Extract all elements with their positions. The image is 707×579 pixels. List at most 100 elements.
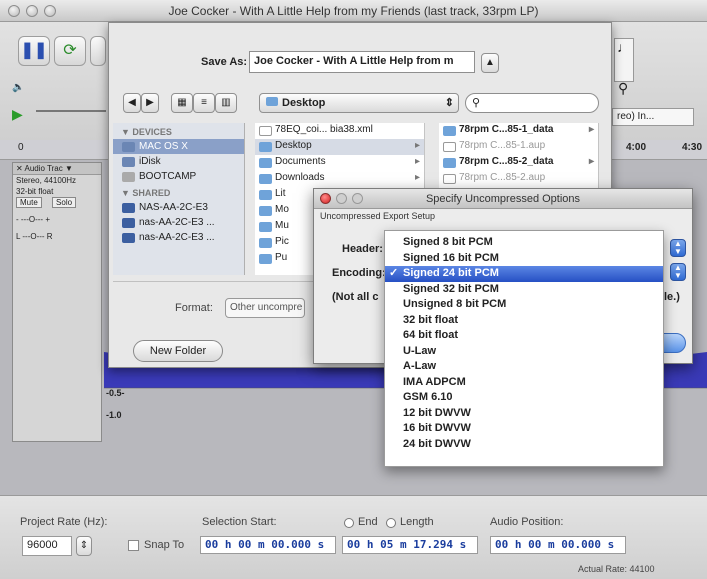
gain-slider[interactable]: - ---O--- + (13, 214, 101, 225)
aup-file-icon (443, 174, 456, 184)
dialog-title: Specify Uncompressed Options (314, 189, 692, 209)
format-select[interactable]: Other uncompre (225, 298, 305, 318)
dialog-subtitle: Uncompressed Export Setup (320, 211, 436, 221)
file-item[interactable]: 78rpm C...85-2_data ▸ (439, 155, 598, 171)
track-close-icon[interactable]: ✕ (16, 164, 23, 173)
encoding-option[interactable]: IMA ADPCM (385, 375, 663, 391)
checkmark-icon: ✓ (389, 267, 399, 279)
ruler-zero: 0 (18, 142, 24, 153)
sidebar-item-nas-3[interactable]: nas-AA-2C-E3 ... (113, 230, 244, 245)
minimize-dialog-button[interactable] (336, 193, 347, 204)
mic-meter-icon: ♩ (614, 38, 634, 82)
selection-start-field[interactable]: 00 h 00 m 00.000 s (200, 536, 336, 554)
selection-end-value: 00 h 05 m 17.294 s (347, 538, 467, 551)
format-label: Format: (175, 302, 213, 314)
note-text: (Not all c (332, 291, 379, 303)
zoom-tool-icon[interactable]: ⚲ (618, 80, 628, 97)
length-radio[interactable] (386, 518, 396, 528)
track-name-menu[interactable]: Audio Trac (24, 164, 62, 173)
sidebar-item-macosx[interactable]: MAC OS X (113, 139, 244, 154)
pause-button[interactable]: ❚❚ (18, 36, 50, 66)
location-popup[interactable]: Desktop ⇕ (259, 93, 459, 113)
encoding-option[interactable]: Signed 8 bit PCM (385, 235, 663, 251)
encoding-option[interactable]: A-Law (385, 359, 663, 375)
encoding-dropdown-menu[interactable]: Signed 8 bit PCM Signed 16 bit PCM ✓ Sign… (384, 230, 664, 467)
input-device-select[interactable]: reo) In... (612, 108, 694, 126)
selection-end-field[interactable]: 00 h 05 m 17.294 s (342, 536, 478, 554)
network-server-icon (122, 218, 135, 228)
file-item[interactable]: 78rpm C...85-1_data ▸ (439, 123, 598, 139)
sidebar-item-idisk[interactable]: iDisk (113, 154, 244, 169)
finder-sidebar: ▼ DEVICES MAC OS X iDisk BOOTCAMP ▼ SHAR… (113, 123, 245, 275)
file-item[interactable]: 78EQ_coi... bia38.xml (255, 123, 424, 139)
encoding-option[interactable]: 32 bit float (385, 313, 663, 329)
folder-item-desktop[interactable]: Desktop ▸ (255, 139, 424, 155)
encoding-option[interactable]: Signed 32 bit PCM (385, 282, 663, 298)
encoding-popup-arrows-icon[interactable]: ▲ ▼ (670, 263, 686, 281)
search-field[interactable]: ⚲ (465, 93, 599, 113)
folder-item-downloads[interactable]: Downloads ▸ (255, 171, 424, 187)
audio-position-label: Audio Position: (490, 516, 564, 528)
audio-position-value: 00 h 00 m 00.000 s (495, 538, 615, 551)
back-button[interactable]: ◀ (123, 93, 141, 113)
header-label: Header: (342, 243, 383, 255)
encoding-option[interactable]: 12 bit DWVW (385, 406, 663, 422)
filename-value: Joe Cocker - With A Little Help from m (254, 55, 454, 67)
hard-drive-icon (122, 142, 135, 152)
encoding-option[interactable]: GSM 6.10 (385, 390, 663, 406)
folder-icon (259, 158, 272, 168)
forward-button[interactable]: ▶ (141, 93, 159, 113)
ruler-4-00: 4:00 (626, 142, 647, 153)
column-view-button[interactable]: ▥ (215, 93, 237, 113)
solo-button[interactable]: Solo (52, 197, 77, 208)
encoding-option[interactable]: 16 bit DWVW (385, 421, 663, 437)
header-popup-arrows-icon[interactable]: ▲ ▼ (670, 239, 686, 257)
play-icon[interactable]: ▶ (12, 106, 23, 123)
zoom-dialog-button[interactable] (352, 193, 363, 204)
network-server-icon (122, 203, 135, 213)
selection-start-label: Selection Start: (202, 516, 277, 528)
filename-input[interactable]: Joe Cocker - With A Little Help from m (249, 51, 475, 73)
encoding-label: Encoding: (332, 267, 386, 279)
encoding-option[interactable]: Signed 16 bit PCM (385, 251, 663, 267)
loop-icon[interactable]: ⟳ (54, 36, 86, 66)
pan-slider[interactable]: L ---O--- R (13, 231, 101, 242)
sidebar-item-nas-1[interactable]: NAS-AA-2C-E3 (113, 200, 244, 215)
stop-button[interactable] (90, 36, 106, 66)
new-folder-button[interactable]: New Folder (133, 340, 223, 362)
devices-heading: ▼ DEVICES (121, 127, 172, 137)
project-rate-input[interactable]: 96000 (22, 536, 72, 556)
project-rate-stepper[interactable]: ⇕ (76, 536, 92, 556)
encoding-option[interactable]: Unsigned 8 bit PCM (385, 297, 663, 313)
disclosure-arrow-icon: ▸ (414, 156, 420, 167)
encoding-option[interactable]: 24 bit DWVW (385, 437, 663, 453)
ruler-4-30: 4:30 (682, 142, 703, 153)
selection-start-value: 00 h 00 m 00.000 s (205, 538, 325, 551)
snap-to-label: Snap To (144, 539, 185, 551)
icon-view-button[interactable]: ▦ (171, 93, 193, 113)
file-item[interactable]: 78rpm C...85-1.aup (439, 139, 598, 155)
sidebar-item-nas-2[interactable]: nas-AA-2C-E3 ... (113, 215, 244, 230)
end-radio[interactable] (344, 518, 354, 528)
snap-to-checkbox[interactable] (128, 540, 139, 551)
expand-sheet-button[interactable]: ▲ (481, 53, 499, 73)
file-item[interactable]: 78rpm C...85-2.aup (439, 171, 598, 187)
scale-neg-half: -0.5- (106, 388, 125, 398)
volume-slider[interactable] (36, 110, 106, 112)
encoding-option[interactable]: U-Law (385, 344, 663, 360)
mute-button[interactable]: Mute (16, 197, 42, 208)
folder-item-documents[interactable]: Documents ▸ (255, 155, 424, 171)
search-icon: ⚲ (472, 97, 481, 109)
audio-position-field[interactable]: 00 h 00 m 00.000 s (490, 536, 626, 554)
encoding-option-selected[interactable]: ✓ Signed 24 bit PCM (385, 266, 663, 282)
sidebar-item-bootcamp[interactable]: BOOTCAMP (113, 169, 244, 184)
folder-icon (259, 238, 272, 248)
shared-heading: ▼ SHARED (121, 188, 171, 198)
drive-icon (122, 172, 135, 182)
selected-option-label: Signed 24 bit PCM (403, 267, 499, 279)
list-view-button[interactable]: ≡ (193, 93, 215, 113)
actual-rate-status: Actual Rate: 44100 (578, 564, 655, 574)
track-control-panel: ✕ Audio Trac ▼ Stereo, 44100Hz 32-bit fl… (12, 162, 102, 442)
close-dialog-button[interactable] (320, 193, 331, 204)
encoding-option[interactable]: 64 bit float (385, 328, 663, 344)
